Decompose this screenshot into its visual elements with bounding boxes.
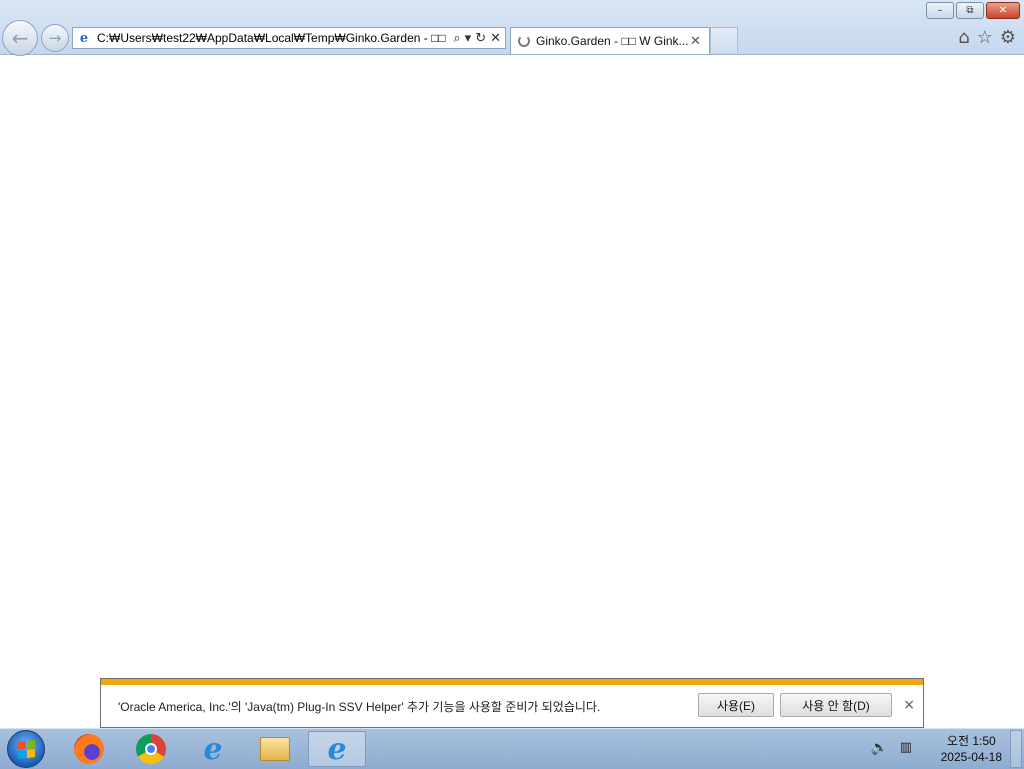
tab-title: Ginko.Garden - □□ W Gink... [536,34,688,48]
minimize-button[interactable]: – [926,2,954,19]
taskbar-ie-active[interactable]: e [308,731,366,767]
file-explorer-icon [260,737,290,761]
network-icon[interactable]: ▥ [900,740,912,755]
forward-arrow-icon: → [48,29,62,47]
start-button[interactable] [7,730,45,768]
clock-time: 오전 1:50 [946,734,996,748]
browser-tab[interactable]: Ginko.Garden - □□ W Gink... ✕ [510,27,710,54]
firefox-icon [74,734,104,764]
forward-button[interactable]: → [41,24,69,52]
system-tray: 🔈 ▥ 오전 1:50 2025-04-18 [824,729,1024,769]
clock-date: 2025-04-18 [940,750,1002,764]
taskbar-ie-pinned[interactable]: e [184,731,242,767]
notification-bar: 'Oracle America, Inc.'의 'Java(tm) Plug-I… [100,678,924,728]
page-content [0,55,1024,678]
toolbar-icons: ⌂ ☆ ⚙ [951,27,1016,49]
address-bar[interactable]: e C:₩Users₩test22₩AppData₩Local₩Temp₩Gin… [72,27,506,49]
tools-gear-icon[interactable]: ⚙ [1000,27,1016,49]
windows-logo-icon [17,739,35,759]
favorites-star-icon[interactable]: ☆ [977,27,993,49]
restore-button[interactable]: ⧉ [956,2,984,19]
refresh-icon[interactable]: ↻ [475,31,486,46]
show-desktop-button[interactable] [1010,730,1022,768]
taskbar: e e 🔈 ▥ 오전 1:50 2025-04-18 [0,728,1024,769]
internet-explorer-icon: e [203,731,223,767]
browser-chrome: – ⧉ ✕ ← → e C:₩Users₩test22₩AppData₩Loca… [0,0,1024,56]
notification-accent-stripe [101,679,923,685]
taskbar-firefox[interactable] [60,731,118,767]
internet-explorer-icon: e [327,731,347,767]
loading-spinner-icon [518,35,530,47]
stop-icon[interactable]: ✕ [490,31,501,46]
taskbar-file-explorer[interactable] [246,731,304,767]
close-window-button[interactable]: ✕ [986,2,1020,19]
ie-page-icon: e [79,30,89,46]
home-icon[interactable]: ⌂ [958,27,969,49]
dropdown-icon[interactable]: ▾ [465,31,472,46]
tab-close-icon[interactable]: ✕ [690,34,701,49]
back-arrow-icon: ← [11,26,29,50]
window-controls: – ⧉ ✕ [924,2,1020,19]
notification-close-icon[interactable]: × [903,697,915,713]
notification-message: 'Oracle America, Inc.'의 'Java(tm) Plug-I… [118,700,601,714]
chrome-icon [136,734,166,764]
taskbar-chrome[interactable] [122,731,180,767]
address-actions: ⌕ ▾ ↻ ✕ [449,31,501,46]
enable-addon-button[interactable]: 사용(E) [698,693,774,717]
clock[interactable]: 오전 1:50 2025-04-18 [941,733,1002,765]
new-tab-button[interactable] [710,27,738,53]
volume-icon[interactable]: 🔈 [871,740,888,756]
address-url[interactable]: C:₩Users₩test22₩AppData₩Local₩Temp₩Ginko… [97,31,449,45]
search-icon[interactable]: ⌕ [453,31,460,46]
back-button[interactable]: ← [2,20,38,56]
disable-addon-button[interactable]: 사용 안 함(D) [780,693,892,717]
